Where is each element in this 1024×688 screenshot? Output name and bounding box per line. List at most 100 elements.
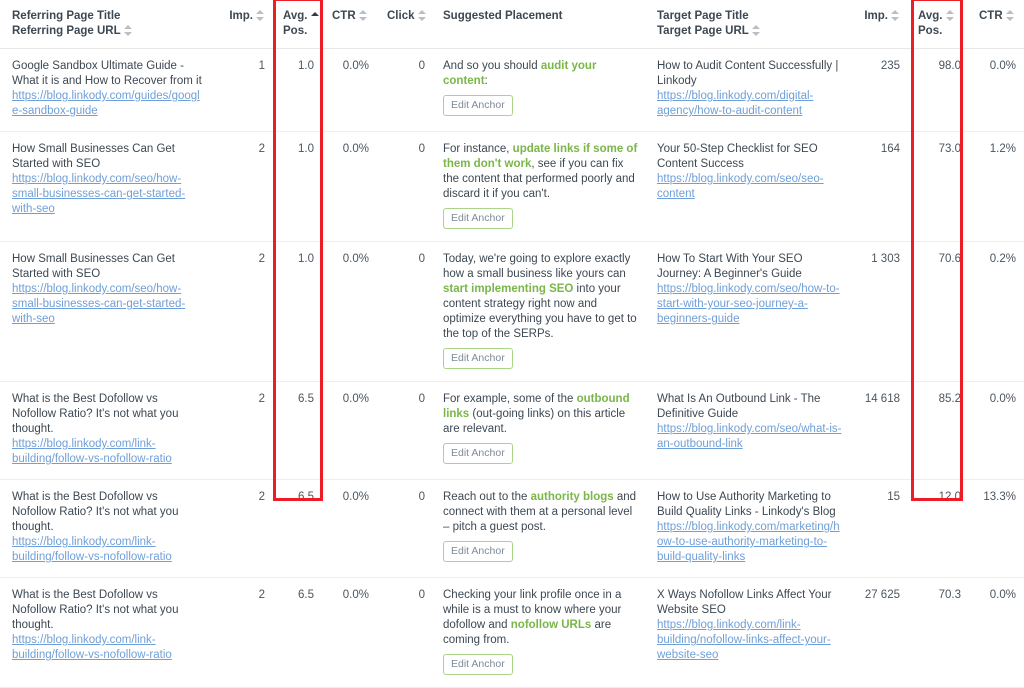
placement-anchor-text: start implementing SEO — [443, 283, 574, 295]
avg-pos-left-label-2: Pos. — [283, 25, 308, 37]
placement-snippet: For example, some of the outbound links … — [443, 393, 630, 435]
placement-anchor-text: audit your content — [443, 60, 597, 87]
click-value: 0 — [377, 132, 433, 242]
target-page-url-link[interactable]: https://blog.linkody.com/seo/how-to-star… — [657, 282, 843, 327]
suggested-placement-cell: For instance, update links if some of th… — [433, 132, 647, 242]
click-value: 0 — [377, 480, 433, 578]
referring-page-url-link[interactable]: https://blog.linkody.com/link-building/f… — [12, 535, 203, 565]
edit-anchor-button[interactable]: Edit Anchor — [443, 95, 513, 116]
imp-left-value: 2 — [213, 578, 273, 688]
referring-page-url-link[interactable]: https://blog.linkody.com/link-building/f… — [12, 437, 203, 467]
target-page-cell: How to Audit Content Successfully | Link… — [647, 49, 851, 132]
avg-pos-right-label-2: Pos. — [918, 25, 943, 37]
placement-anchor-text: update links if some of them don't work — [443, 143, 638, 170]
edit-anchor-button[interactable]: Edit Anchor — [443, 348, 513, 369]
referring-page-title: How Small Businesses Can Get Started wit… — [12, 253, 175, 280]
column-header-imp-left[interactable]: Imp. — [213, 0, 273, 49]
sort-icon-ctr-right[interactable] — [1005, 10, 1015, 22]
table-row: How Small Businesses Can Get Started wit… — [0, 132, 213, 242]
click-value: 0 — [377, 382, 433, 480]
ctr-right-value: 13.3% — [969, 480, 1024, 578]
table-row: What is the Best Dofollow vs Nofollow Ra… — [0, 578, 213, 688]
imp-left-value: 2 — [213, 382, 273, 480]
referring-page-title: What is the Best Dofollow vs Nofollow Ra… — [12, 491, 179, 533]
placement-snippet: Reach out to the authority blogs and con… — [443, 491, 637, 533]
imp-right-value: 14 618 — [851, 382, 908, 480]
suggested-placement-label: Suggested Placement — [443, 10, 563, 22]
column-header-imp-right[interactable]: Imp. — [851, 0, 908, 49]
ctr-left-value: 0.0% — [322, 480, 377, 578]
avg-pos-left-value: 6.5 — [273, 382, 322, 480]
target-page-cell: How To Start With Your SEO Journey: A Be… — [647, 242, 851, 382]
ctr-left-value: 0.0% — [322, 578, 377, 688]
table-row: What is the Best Dofollow vs Nofollow Ra… — [0, 382, 213, 480]
referring-page-url-link[interactable]: https://blog.linkody.com/seo/how-small-b… — [12, 172, 203, 217]
imp-left-value: 1 — [213, 49, 273, 132]
avg-pos-left-value: 6.5 — [273, 578, 322, 688]
edit-anchor-button[interactable]: Edit Anchor — [443, 541, 513, 562]
target-page-title: How to Audit Content Successfully | Link… — [657, 60, 839, 87]
sort-icon-referring-url[interactable] — [123, 25, 133, 37]
target-page-url-link[interactable]: https://blog.linkody.com/digital-agency/… — [657, 89, 843, 119]
table-row: What is the Best Dofollow vs Nofollow Ra… — [0, 480, 213, 578]
imp-right-value: 235 — [851, 49, 908, 132]
avg-pos-right-value: 70.6 — [908, 242, 969, 382]
ctr-right-value: 0.0% — [969, 382, 1024, 480]
ctr-left-value: 0.0% — [322, 242, 377, 382]
column-header-ctr-left[interactable]: CTR — [322, 0, 377, 49]
avg-pos-right-value: 85.2 — [908, 382, 969, 480]
referring-page-title: Google Sandbox Ultimate Guide - What it … — [12, 60, 202, 87]
ctr-right-value: 0.2% — [969, 242, 1024, 382]
ctr-right-value: 1.2% — [969, 132, 1024, 242]
target-page-title-label: Target Page Title — [657, 10, 749, 22]
imp-right-value: 15 — [851, 480, 908, 578]
sort-icon-imp-left[interactable] — [256, 10, 265, 22]
suggested-placement-cell: For example, some of the outbound links … — [433, 382, 647, 480]
ctr-left-label: CTR — [332, 10, 356, 22]
ctr-right-value: 0.0% — [969, 578, 1024, 688]
referring-page-title: What is the Best Dofollow vs Nofollow Ra… — [12, 589, 179, 631]
referring-page-title: How Small Businesses Can Get Started wit… — [12, 143, 175, 170]
target-page-cell: What Is An Outbound Link - The Definitiv… — [647, 382, 851, 480]
placement-snippet: Checking your link profile once in a whi… — [443, 589, 622, 646]
target-page-url-link[interactable]: https://blog.linkody.com/link-building/n… — [657, 618, 843, 663]
sort-icon-avg-pos-right[interactable] — [945, 10, 955, 22]
referring-page-url-link[interactable]: https://blog.linkody.com/seo/how-small-b… — [12, 282, 203, 327]
column-header-avg-pos-left[interactable]: Avg. Pos. — [273, 0, 322, 49]
sort-icon-avg-pos-left[interactable] — [310, 10, 320, 21]
target-page-title: How to Use Authority Marketing to Build … — [657, 491, 836, 518]
imp-right-value: 164 — [851, 132, 908, 242]
placement-snippet: Today, we're going to explore exactly ho… — [443, 253, 637, 340]
avg-pos-right-value: 70.3 — [908, 578, 969, 688]
click-value: 0 — [377, 49, 433, 132]
suggested-placement-cell: Reach out to the authority blogs and con… — [433, 480, 647, 578]
sort-icon-imp-right[interactable] — [891, 10, 900, 22]
target-page-url-link[interactable]: https://blog.linkody.com/marketing/how-t… — [657, 520, 843, 565]
click-value: 0 — [377, 578, 433, 688]
placement-snippet: For instance, update links if some of th… — [443, 143, 638, 200]
column-header-referring-page[interactable]: Referring Page Title Referring Page URL — [0, 0, 213, 49]
referring-page-url-link[interactable]: https://blog.linkody.com/link-building/f… — [12, 633, 203, 663]
referring-page-url-link[interactable]: https://blog.linkody.com/guides/google-s… — [12, 89, 203, 119]
imp-right-value: 27 625 — [851, 578, 908, 688]
sort-icon-click[interactable] — [417, 10, 427, 22]
edit-anchor-button[interactable]: Edit Anchor — [443, 208, 513, 229]
edit-anchor-button[interactable]: Edit Anchor — [443, 443, 513, 464]
target-page-url-label: Target Page URL — [657, 25, 749, 37]
sort-icon-ctr-left[interactable] — [358, 10, 368, 22]
column-header-ctr-right[interactable]: CTR — [969, 0, 1024, 49]
imp-left-value: 2 — [213, 480, 273, 578]
avg-pos-left-value: 1.0 — [273, 242, 322, 382]
column-header-avg-pos-right[interactable]: Avg. Pos. — [908, 0, 969, 49]
referring-page-url-label: Referring Page URL — [12, 25, 121, 37]
column-header-click[interactable]: Click — [377, 0, 433, 49]
backlinks-table: Referring Page Title Referring Page URL … — [0, 0, 1024, 688]
imp-left-value: 2 — [213, 242, 273, 382]
edit-anchor-button[interactable]: Edit Anchor — [443, 654, 513, 675]
target-page-title: Your 50-Step Checklist for SEO Content S… — [657, 143, 818, 170]
sort-icon-target-url[interactable] — [751, 25, 761, 37]
target-page-url-link[interactable]: https://blog.linkody.com/seo/what-is-an-… — [657, 422, 843, 452]
suggested-placement-cell: Checking your link profile once in a whi… — [433, 578, 647, 688]
target-page-url-link[interactable]: https://blog.linkody.com/seo/seo-content — [657, 172, 843, 202]
column-header-target-page[interactable]: Target Page Title Target Page URL — [647, 0, 851, 49]
